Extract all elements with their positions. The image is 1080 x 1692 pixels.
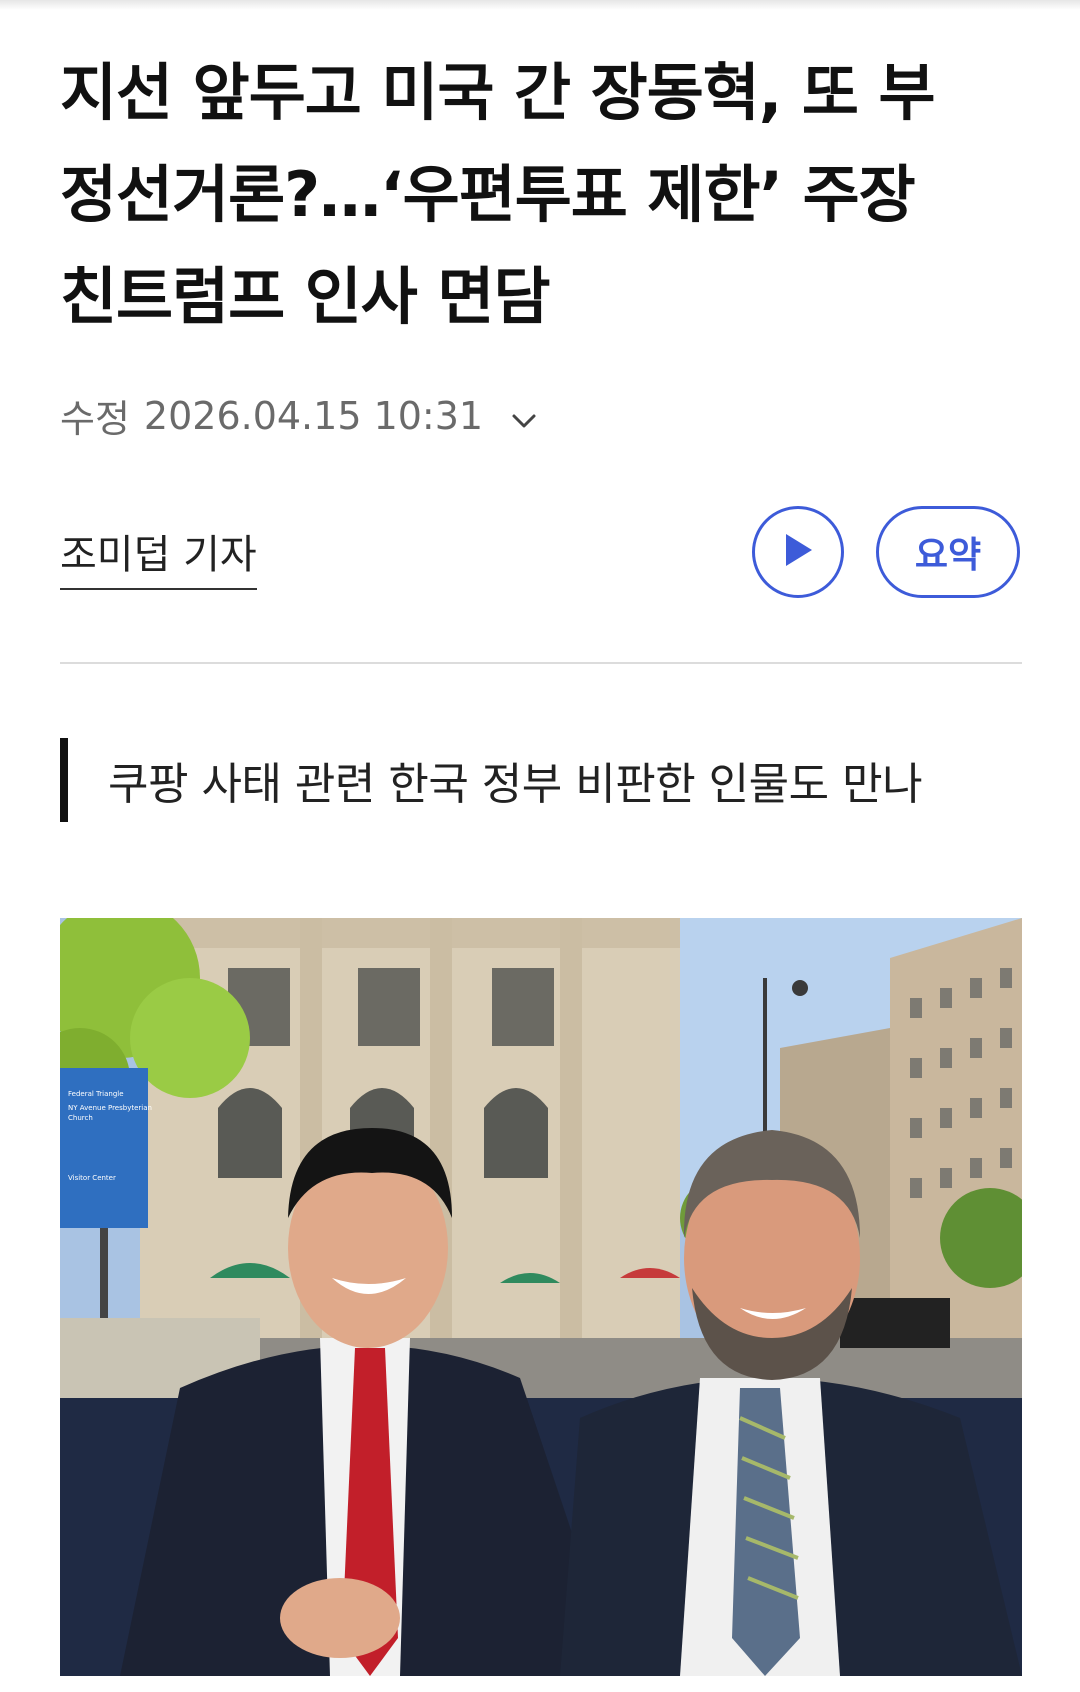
headline-line-3: 친트럼프 인사 면담 <box>60 260 550 333</box>
sign-text-1: Federal Triangle <box>68 1090 124 1098</box>
summary-button-label: 요약 <box>914 535 982 576</box>
sign-text-3: Church <box>68 1114 93 1122</box>
section-divider <box>60 662 1022 664</box>
sign-text-4: Visitor Center <box>68 1174 116 1182</box>
reporter-byline[interactable]: 조미덥 기자 <box>60 522 257 590</box>
article-headline: 지선 앞두고 미국 간 장동혁, 또 부 정선거론?…‘우편투표 제한’ 주장 … <box>60 42 1020 348</box>
play-audio-button[interactable] <box>752 506 844 598</box>
headline-line-2: 정선거론?…‘우편투표 제한’ 주장 <box>60 158 916 231</box>
sign-text-2: NY Avenue Presbyterian <box>68 1104 152 1112</box>
subheading-accent-bar <box>60 738 68 822</box>
article-subheading: 쿠팡 사태 관련 한국 정부 비판한 인물도 만나 <box>108 759 923 810</box>
modified-datetime: 2026.04.15 10:31 <box>143 393 484 438</box>
modified-label: 수정 <box>60 397 130 441</box>
summary-button[interactable]: 요약 <box>876 506 1020 598</box>
top-edge-shadow <box>0 0 1080 10</box>
article-meta: 수정 2026.04.15 10:31 <box>60 388 539 443</box>
article-photo[interactable]: Federal Triangle NY Avenue Presbyterian … <box>60 918 1022 1676</box>
play-icon <box>780 530 816 574</box>
headline-line-1: 지선 앞두고 미국 간 장동혁, 또 부 <box>60 56 936 129</box>
chevron-down-icon[interactable] <box>509 401 539 431</box>
